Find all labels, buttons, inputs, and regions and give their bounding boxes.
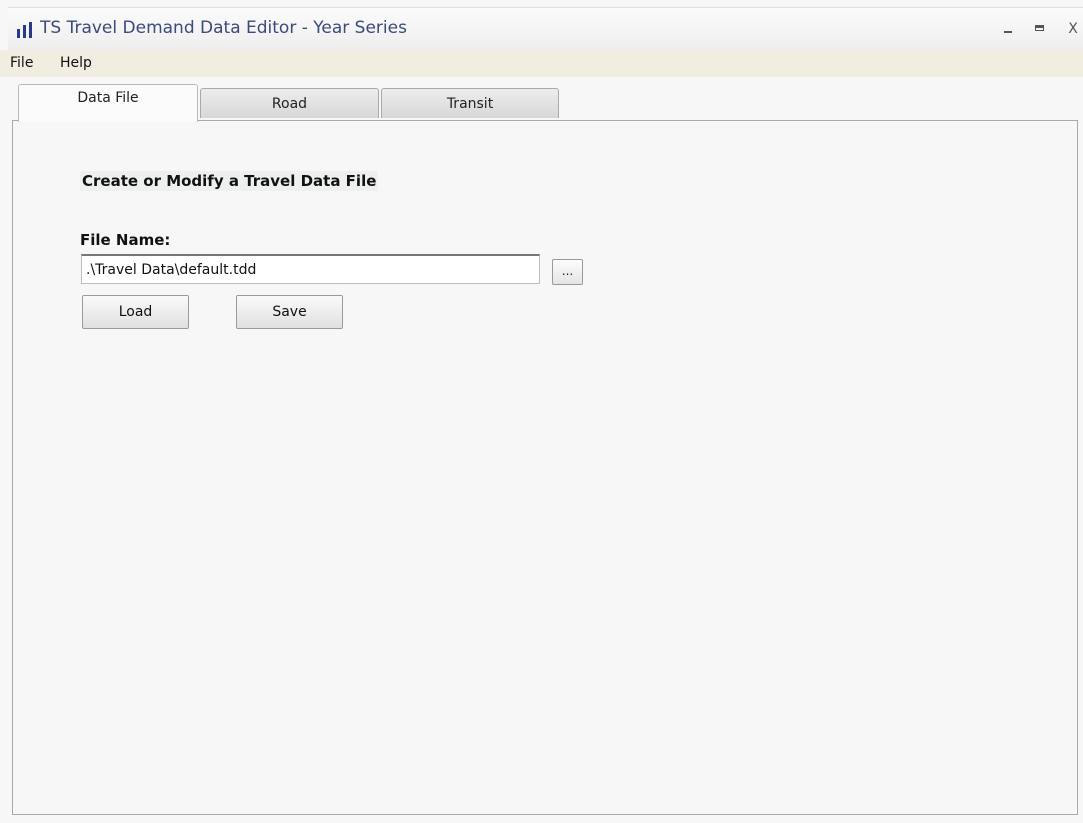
minimize-button[interactable] — [1000, 20, 1018, 38]
tab-data-file[interactable]: Data File — [18, 84, 198, 122]
title-bar[interactable]: TS Travel Demand Data Editor - Year Seri… — [8, 7, 1083, 50]
file-name-input[interactable] — [81, 254, 540, 284]
app-window: TS Travel Demand Data Editor - Year Seri… — [0, 0, 1083, 823]
minimize-icon — [1004, 31, 1012, 33]
window-title: TS Travel Demand Data Editor - Year Seri… — [40, 18, 407, 38]
tab-road[interactable]: Road — [200, 88, 379, 118]
tab-transit[interactable]: Transit — [381, 88, 559, 118]
browse-button[interactable]: ... — [552, 259, 583, 285]
load-button[interactable]: Load — [82, 295, 189, 329]
data-file-panel: Create or Modify a Travel Data File File… — [12, 120, 1078, 815]
maximize-icon — [1035, 25, 1044, 31]
menu-file[interactable]: File — [10, 55, 33, 71]
close-button[interactable]: X — [1064, 20, 1082, 38]
bar-chart-icon — [17, 22, 32, 38]
close-icon: X — [1068, 21, 1078, 37]
tab-strip: Data File Road Transit — [0, 77, 1083, 123]
file-name-label: File Name: — [80, 231, 171, 249]
section-heading: Create or Modify a Travel Data File — [80, 171, 379, 191]
menu-bar: File Help — [0, 50, 1083, 77]
maximize-button[interactable] — [1032, 20, 1050, 38]
save-button[interactable]: Save — [236, 295, 343, 329]
menu-help[interactable]: Help — [60, 55, 92, 71]
